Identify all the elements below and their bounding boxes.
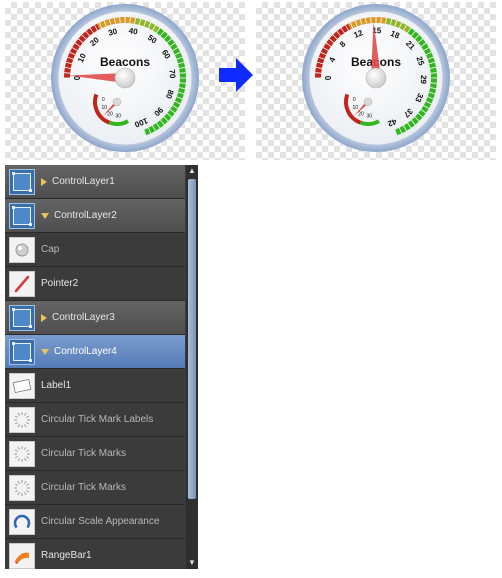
tick-mark-labels-icon — [9, 406, 35, 433]
pointer-icon — [9, 270, 35, 297]
gauge-title: Beacons — [100, 55, 150, 69]
gauge-after: 0481215182125293337420102030Beacons — [302, 4, 450, 152]
scale-band-segment — [316, 57, 325, 67]
layer-child-row[interactable]: Circular Scale Appearance — [5, 505, 185, 539]
gauge-before: 0102030 40506070809010001020 30Beacons — [51, 4, 199, 152]
scroll-up-icon[interactable]: ▲ — [186, 165, 198, 177]
inner-scale-label: 0 — [353, 97, 356, 103]
layers-panel: ControlLayer1 ControlLayer2 Cap Pointer2 Con… — [5, 165, 198, 569]
inner-cap — [112, 97, 122, 107]
inner-scale-label: 10 — [102, 105, 108, 111]
scale-band-segment — [385, 17, 394, 26]
gauge-preview-after: 0481215182125293337420102030Beacons — [256, 2, 496, 160]
layer-label: ControlLayer1 — [52, 176, 115, 187]
control-layer-icon — [9, 304, 35, 331]
layer-label: ControlLayer3 — [52, 312, 115, 323]
tick-mark — [430, 72, 437, 74]
layer-child-row[interactable]: Label1 — [5, 369, 185, 403]
right-arrow-icon — [219, 58, 253, 92]
scale-band-segment — [397, 21, 406, 31]
scale-band-segment — [178, 85, 186, 94]
range-bar-icon — [9, 542, 35, 569]
layer-row[interactable]: ControlLayer2 — [5, 199, 185, 233]
tick-mark — [315, 72, 322, 74]
scale-band-segment — [65, 57, 74, 67]
layer-list: ControlLayer1 ControlLayer2 Cap Pointer2 Con… — [5, 165, 185, 569]
scale-band-segment — [177, 59, 185, 68]
layer-child-row[interactable]: Cap — [5, 233, 185, 267]
control-layer-icon — [9, 168, 35, 195]
inner-scale-label: 10 — [353, 105, 359, 111]
inner-scale-label: 20 — [358, 111, 364, 117]
layer-child-row[interactable]: Pointer2 — [5, 267, 185, 301]
layer-row[interactable]: ControlLayer3 — [5, 301, 185, 335]
inner-scale-label: 0 — [102, 97, 105, 103]
tick-marks-icon — [9, 474, 35, 501]
scale-band-segment — [360, 17, 369, 25]
layer-label: Pointer2 — [41, 278, 79, 289]
scale-band-segment — [428, 59, 436, 68]
tick-mark — [119, 17, 121, 24]
collapsed-triangle-icon[interactable] — [41, 177, 47, 186]
tick-mark — [64, 72, 71, 74]
scale-band-segment — [429, 85, 437, 94]
expanded-triangle-icon[interactable] — [41, 348, 49, 355]
control-layer-icon — [9, 202, 35, 229]
layer-label: RangeBar1 — [41, 550, 92, 561]
cap — [365, 67, 387, 89]
scroll-thumb[interactable] — [188, 179, 196, 499]
expanded-triangle-icon[interactable] — [41, 212, 49, 219]
scale-band-segment — [146, 21, 155, 31]
layer-child-row[interactable]: Circular Tick Marks — [5, 471, 185, 505]
scale-label: 0 — [324, 75, 333, 80]
layer-label: Circular Tick Mark Labels — [41, 414, 154, 425]
gauge-preview-before: 0 10 20 30 40 50 60 70 80 90 100 0 10 20 30 Beacons — [5, 2, 245, 160]
layer-label: Label1 — [41, 380, 72, 391]
tick-marks-icon — [9, 440, 35, 467]
inner-scale-label: 30 — [366, 113, 372, 119]
cap — [114, 67, 136, 89]
layer-child-row[interactable]: Circular Tick Marks — [5, 437, 185, 471]
layer-label: ControlLayer2 — [54, 210, 117, 221]
scale-label: 70 — [167, 69, 177, 79]
layer-child-row[interactable]: RangeBar1 — [5, 539, 185, 569]
inner-cap — [363, 97, 373, 107]
layer-label: Circular Tick Marks — [41, 482, 127, 493]
label-icon — [9, 372, 35, 399]
tick-mark — [179, 72, 186, 74]
layer-label: ControlLayer4 — [54, 346, 117, 357]
tick-mark — [380, 17, 382, 24]
control-layer-icon — [9, 338, 35, 365]
inner-scale-label: 30 — [115, 113, 121, 119]
tick-mark — [430, 82, 437, 84]
layer-child-row[interactable]: Circular Tick Mark Labels — [5, 403, 185, 437]
scrollbar[interactable]: ▲ ▼ — [186, 165, 198, 569]
scale-band-segment — [96, 20, 106, 30]
cap-icon — [9, 236, 35, 263]
scale-band-segment — [109, 17, 118, 25]
scroll-down-icon[interactable]: ▼ — [186, 557, 198, 569]
collapsed-triangle-icon[interactable] — [41, 313, 47, 322]
scale-band-segment — [134, 17, 143, 26]
tick-mark — [179, 82, 186, 84]
layer-label: Cap — [41, 244, 60, 255]
scale-appearance-icon — [9, 508, 35, 535]
tick-mark — [129, 17, 131, 24]
layer-row[interactable]: ControlLayer4 — [5, 335, 185, 369]
tick-mark — [370, 17, 372, 24]
layer-label: Circular Tick Marks — [41, 448, 127, 459]
scale-label: 29 — [419, 75, 428, 85]
inner-scale-label: 20 — [107, 111, 113, 117]
scale-band-segment — [347, 20, 357, 30]
layer-row[interactable]: ControlLayer1 — [5, 165, 185, 199]
layer-label: Circular Scale Appearance — [41, 516, 160, 527]
